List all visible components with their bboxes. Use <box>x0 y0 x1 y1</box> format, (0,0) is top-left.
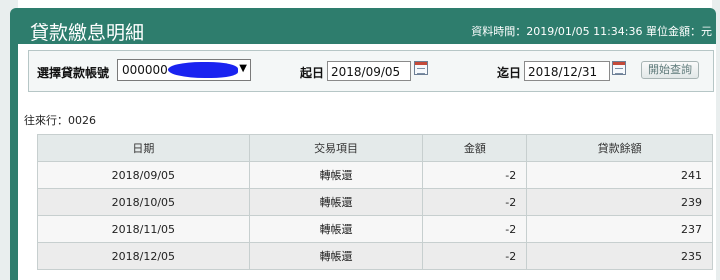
table-row: 2018/12/05 轉帳還 -2 235 <box>37 242 713 270</box>
cell-date: 2018/12/05 <box>37 242 250 270</box>
filter-bar: 選擇貸款帳號 000000 ▼ 起日 迄日 開始查詢 <box>28 50 714 92</box>
data-time-info: 資料時間：2019/01/05 11:34:36 單位金額：元 <box>471 25 712 38</box>
table-row: 2018/09/05 轉帳還 -2 241 <box>37 161 713 189</box>
cell-item: 轉帳還 <box>248 242 424 270</box>
account-select[interactable]: 000000 ▼ <box>117 59 251 81</box>
cell-amount: -2 <box>422 242 528 270</box>
col-header-item: 交易項目 <box>248 134 424 162</box>
cell-balance: 241 <box>526 161 713 189</box>
content-panel: 選擇貸款帳號 000000 ▼ 起日 迄日 開始查詢 往來行：0026 日期 交… <box>18 44 716 280</box>
col-header-balance: 貸款餘額 <box>526 134 713 162</box>
cell-date: 2018/09/05 <box>37 161 250 189</box>
calendar-icon[interactable] <box>414 61 428 75</box>
start-date-label: 起日 <box>300 66 325 80</box>
cell-item: 轉帳還 <box>248 188 424 216</box>
cell-date: 2018/10/05 <box>37 188 250 216</box>
col-header-date: 日期 <box>37 134 250 162</box>
transactions-table: 日期 交易項目 金額 貸款餘額 2018/09/05 轉帳還 -2 241 20… <box>37 134 713 270</box>
cell-item: 轉帳還 <box>248 161 424 189</box>
dropdown-arrow-icon[interactable]: ▼ <box>239 63 247 74</box>
col-header-amount: 金額 <box>422 134 528 162</box>
start-date-input[interactable] <box>327 61 411 81</box>
cell-amount: -2 <box>422 188 528 216</box>
cell-balance: 237 <box>526 215 713 243</box>
account-label: 選擇貸款帳號 <box>37 66 110 80</box>
end-date-label: 迄日 <box>497 66 522 80</box>
table-row: 2018/10/05 轉帳還 -2 239 <box>37 188 713 216</box>
cell-balance: 239 <box>526 188 713 216</box>
cell-balance: 235 <box>526 242 713 270</box>
table-header-row: 日期 交易項目 金額 貸款餘額 <box>37 134 713 162</box>
page-title: 貸款繳息明細 <box>30 22 145 44</box>
cell-item: 轉帳還 <box>248 215 424 243</box>
cell-amount: -2 <box>422 161 528 189</box>
calendar-icon[interactable] <box>612 61 626 75</box>
redaction-scribble <box>168 62 238 78</box>
end-date-input[interactable] <box>524 61 610 81</box>
table-row: 2018/11/05 轉帳還 -2 237 <box>37 215 713 243</box>
query-button[interactable]: 開始查詢 <box>641 61 699 79</box>
account-value: 000000 <box>122 63 168 77</box>
bank-info: 往來行：0026 <box>24 114 96 127</box>
cell-amount: -2 <box>422 215 528 243</box>
cell-date: 2018/11/05 <box>37 215 250 243</box>
